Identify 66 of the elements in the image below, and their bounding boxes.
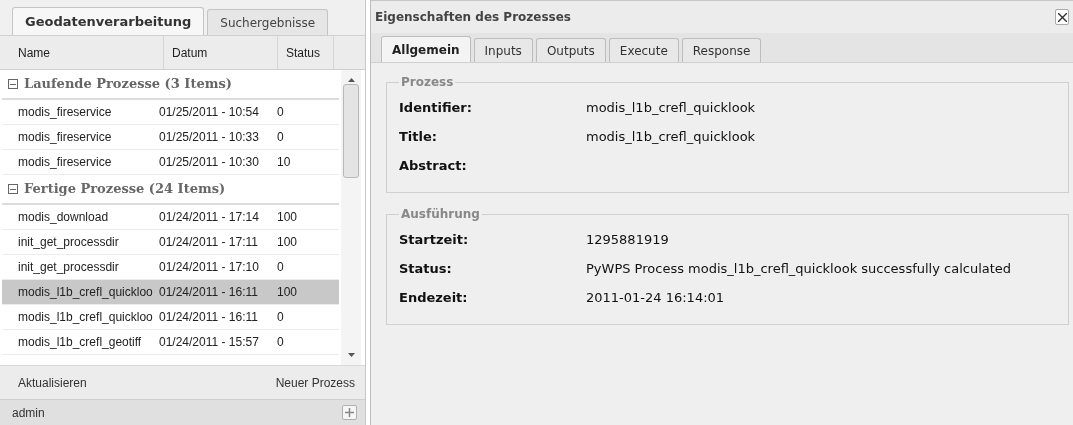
fieldset-legend: Prozess bbox=[399, 73, 456, 91]
field-value: modis_l1b_crefl_quicklook bbox=[586, 98, 756, 117]
table-cell-text: modis_download bbox=[17, 209, 110, 226]
table-cell-text: modis_fireservice bbox=[17, 104, 113, 121]
field-label: Status: bbox=[399, 259, 453, 278]
field-label: Startzeit: bbox=[399, 230, 470, 249]
table-cell-text: 01/24/2011 - 16:11 bbox=[158, 309, 259, 326]
table-row[interactable]: modis_l1b_crefl_quickloo 01/24/2011 - 16:11 100 bbox=[2, 280, 339, 305]
group-title: Fertige Prozesse (24 Items) bbox=[24, 180, 226, 199]
close-button[interactable] bbox=[1055, 9, 1069, 25]
tab[interactable]: Inputs bbox=[473, 38, 533, 62]
fieldset-legend: Ausführung bbox=[399, 205, 482, 223]
tab[interactable]: Geodatenverarbeitung bbox=[12, 7, 205, 35]
table-cell-text: modis_l1b_crefl_geotiff bbox=[17, 334, 143, 351]
scroll-up-icon[interactable] bbox=[347, 78, 355, 82]
table-cell-text: 0 bbox=[277, 334, 285, 351]
field-label: Abstract: bbox=[399, 156, 468, 175]
table-cell-text: modis_fireservice bbox=[17, 129, 113, 146]
tab[interactable]: Execute bbox=[608, 38, 679, 62]
tab[interactable]: Allgemein bbox=[381, 36, 471, 62]
table-cell-text: 01/24/2011 - 17:11 bbox=[158, 234, 259, 251]
table-cell-text: 100 bbox=[277, 234, 299, 251]
tab[interactable]: Outputs bbox=[535, 38, 606, 62]
column-header[interactable]: Datum bbox=[164, 36, 278, 69]
field-label: Title: bbox=[399, 127, 438, 146]
collapse-icon[interactable] bbox=[8, 79, 18, 89]
table-cell-text: init_get_processdir bbox=[17, 234, 120, 251]
add-button[interactable] bbox=[342, 405, 357, 420]
table-cell-text: modis_fireservice bbox=[17, 154, 113, 171]
tab[interactable]: Response bbox=[681, 38, 762, 62]
table-cell-text: 0 bbox=[277, 309, 285, 326]
table-cell-text: 01/25/2011 - 10:54 bbox=[158, 104, 260, 121]
scrollbar[interactable] bbox=[341, 70, 361, 365]
field-value: 1295881919 bbox=[586, 230, 669, 249]
table-cell-text: 100 bbox=[277, 209, 299, 226]
field-value: PyWPS Process modis_l1b_crefl_quicklook successfully calculated bbox=[586, 259, 1012, 278]
column-header[interactable]: Name bbox=[0, 36, 164, 69]
table-cell-text: 10 bbox=[277, 154, 292, 171]
table-cell-text: 01/24/2011 - 16:11 bbox=[158, 284, 259, 301]
table-cell-text: 01/24/2011 - 17:14 bbox=[158, 209, 260, 226]
field-value: modis_l1b_crefl_quicklook bbox=[586, 127, 756, 146]
user-label: admin bbox=[12, 404, 45, 422]
field-value: 2011-01-24 16:14:01 bbox=[586, 288, 725, 307]
scroll-down-icon[interactable] bbox=[347, 353, 355, 357]
table-cell-text: 01/25/2011 - 10:30 bbox=[158, 154, 260, 171]
group-title: Laufende Prozesse (3 Items) bbox=[24, 75, 232, 94]
table-cell-text: init_get_processdir bbox=[17, 259, 120, 276]
table-cell-text: 0 bbox=[277, 129, 285, 146]
close-icon bbox=[1057, 12, 1067, 22]
field-label: Endezeit: bbox=[399, 288, 469, 307]
window-title: Eigenschaften des Prozesses bbox=[375, 9, 571, 26]
field-label: Identifier: bbox=[399, 98, 473, 117]
column-header[interactable]: Status bbox=[278, 36, 334, 69]
table-cell-text: 0 bbox=[277, 104, 285, 121]
table-cell-text: 100 bbox=[277, 284, 299, 301]
refresh-link[interactable]: Aktualisieren bbox=[18, 373, 87, 392]
table-cell-text: 0 bbox=[277, 259, 285, 276]
table-cell-text: 01/25/2011 - 10:33 bbox=[158, 129, 260, 146]
table-cell-text: modis_l1b_crefl_quickloo bbox=[17, 309, 154, 326]
plus-icon bbox=[345, 408, 354, 417]
new-process-link[interactable]: Neuer Prozess bbox=[275, 373, 355, 392]
table-cell-text: modis_l1b_crefl_quickloo bbox=[17, 284, 154, 301]
table-cell-text: 01/24/2011 - 15:57 bbox=[158, 334, 260, 351]
table-cell-text: 01/24/2011 - 17:10 bbox=[158, 259, 260, 276]
tab[interactable]: Suchergebnisse bbox=[207, 9, 329, 35]
collapse-icon[interactable] bbox=[8, 184, 18, 194]
